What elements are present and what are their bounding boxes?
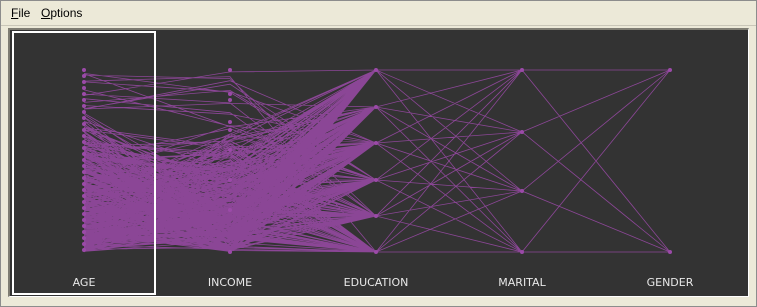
education-node: [374, 68, 378, 72]
age-node: [82, 122, 86, 126]
age-node: [82, 182, 86, 186]
education-node: [374, 250, 378, 254]
age-node: [82, 206, 86, 210]
gender-node: [668, 68, 672, 72]
axis-label-education[interactable]: EDUCATION: [344, 276, 409, 289]
age-node: [82, 116, 86, 120]
income-node: [228, 98, 232, 102]
gender-node: [668, 250, 672, 254]
age-node: [82, 218, 86, 222]
age-node: [82, 68, 86, 72]
polyline-group: [83, 69, 671, 253]
education-node: [374, 141, 378, 145]
income-node: [228, 250, 232, 254]
parallel-coordinates-plot[interactable]: AGE INCOME EDUCATION MARITAL GENDER: [10, 30, 748, 296]
age-node: [82, 212, 86, 216]
axis-label-age[interactable]: AGE: [73, 276, 96, 289]
income-node: [228, 178, 232, 182]
age-node: [82, 98, 86, 102]
menu-bar: File Options: [1, 1, 756, 26]
age-node: [82, 134, 86, 138]
axis-label-group: AGE INCOME EDUCATION MARITAL GENDER: [73, 276, 694, 289]
age-node: [82, 194, 86, 198]
age-node: [82, 92, 86, 96]
age-node: [82, 248, 86, 252]
age-node: [82, 146, 86, 150]
axis-label-marital[interactable]: MARITAL: [498, 276, 546, 289]
income-node: [228, 120, 232, 124]
age-node: [82, 140, 86, 144]
axis-label-income[interactable]: INCOME: [208, 276, 252, 289]
menu-options-accelerator: O: [41, 6, 51, 20]
income-node: [228, 92, 232, 96]
age-node: [82, 224, 86, 228]
age-node: [82, 74, 86, 78]
age-node: [82, 200, 86, 204]
menu-options[interactable]: Options: [41, 6, 82, 20]
education-node: [374, 178, 378, 182]
menu-file-label: ile: [18, 6, 31, 20]
income-node: [228, 208, 232, 212]
age-node: [82, 158, 86, 162]
menu-options-label: ptions: [50, 6, 83, 20]
income-node: [228, 128, 232, 132]
marital-node: [520, 68, 524, 72]
axis-label-gender[interactable]: GENDER: [647, 276, 694, 289]
education-node: [374, 105, 378, 109]
age-node: [82, 170, 86, 174]
marital-node: [520, 250, 524, 254]
age-node: [82, 230, 86, 234]
age-node: [82, 236, 86, 240]
age-node: [82, 164, 86, 168]
plot-canvas-frame: AGE INCOME EDUCATION MARITAL GENDER: [8, 28, 749, 297]
data-polylines: [83, 69, 671, 253]
marital-node: [520, 130, 524, 134]
age-node: [82, 188, 86, 192]
age-node: [82, 128, 86, 132]
age-node: [82, 104, 86, 108]
age-node: [82, 110, 86, 114]
income-node: [228, 68, 232, 72]
age-node: [82, 152, 86, 156]
income-node: [228, 148, 232, 152]
menu-file[interactable]: File: [11, 6, 30, 20]
age-node: [82, 176, 86, 180]
age-node: [82, 86, 86, 90]
application-window: File Options AGE INCOME EDUCATION MARITA…: [0, 0, 757, 307]
age-node: [82, 80, 86, 84]
education-node: [374, 214, 378, 218]
age-node: [82, 242, 86, 246]
marital-node: [520, 189, 524, 193]
